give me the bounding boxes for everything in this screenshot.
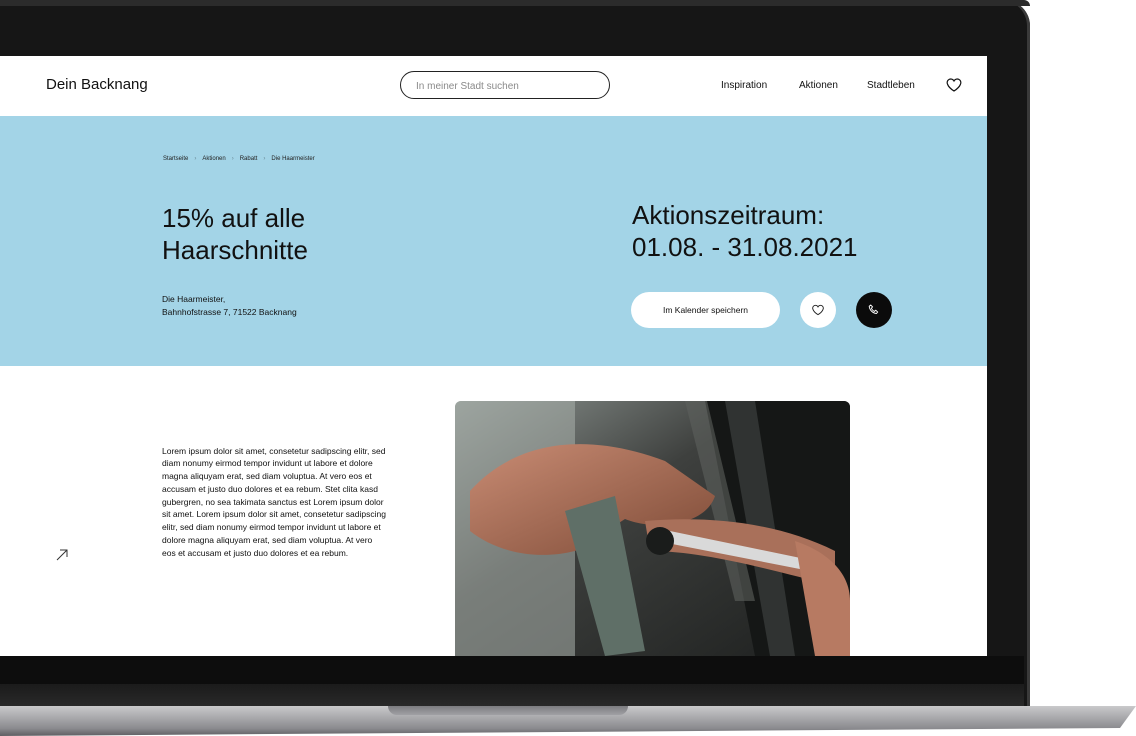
laptop-screen: Dein Backnang Inspiration Aktionen Stadt… [0,56,987,656]
screen-bottom-bezel [0,656,1024,708]
breadcrumb-item-startseite[interactable]: Startseite [163,156,188,162]
search-input[interactable] [414,77,598,95]
save-to-calendar-button[interactable]: Im Kalender speichern [631,292,780,328]
laptop-opening-notch [388,706,628,715]
period-label: Aktionszeitraum: [632,200,825,230]
nav-item-aktionen[interactable]: Aktionen [799,80,838,91]
period-dates: 01.08. - 31.08.2021 [632,232,858,262]
site-logo[interactable]: Dein Backnang [46,76,148,93]
breadcrumb-item-current: Die Haarmeister [271,156,315,162]
shop-address: Die Haarmeister, Bahnhofstrasse 7, 71522… [162,293,297,319]
favorites-heart-icon[interactable] [945,76,963,94]
heart-icon [812,304,824,316]
favorite-button[interactable] [800,292,836,328]
title-line-2: Haarschnitte [162,235,308,265]
promotion-period: Aktionszeitraum: 01.08. - 31.08.2021 [632,199,952,263]
site-header: Dein Backnang Inspiration Aktionen Stadt… [0,56,987,117]
title-line-1: 15% auf alle [162,203,306,233]
address-line-2: Bahnhofstrasse 7, 71522 Backnang [162,307,297,317]
bezel-reflection [0,684,1024,708]
page-title: 15% auf alle Haarschnitte [162,202,462,266]
breadcrumb-item-aktionen[interactable]: Aktionen [202,156,225,162]
address-line-1: Die Haarmeister, [162,294,226,304]
article-body: Lorem ipsum dolor sit amet, consetetur s… [162,445,386,558]
breadcrumb-item-rabatt[interactable]: Rabatt [240,156,258,162]
nav-item-stadtleben[interactable]: Stadtleben [867,80,915,91]
breadcrumb: Startseite › Aktionen › Rabatt › Die Haa… [163,156,315,162]
hero-banner: Startseite › Aktionen › Rabatt › Die Haa… [0,116,987,366]
laptop-bezel-edge [0,0,1030,6]
breadcrumb-separator: › [194,156,197,162]
breadcrumb-separator: › [231,156,234,162]
call-button[interactable] [856,292,892,328]
arrow-up-right-icon[interactable] [55,548,69,562]
breadcrumb-separator: › [263,156,266,162]
hairdresser-photo [455,401,850,656]
search-box[interactable] [400,71,610,99]
phone-icon [868,304,879,314]
nav-item-inspiration[interactable]: Inspiration [721,80,767,91]
